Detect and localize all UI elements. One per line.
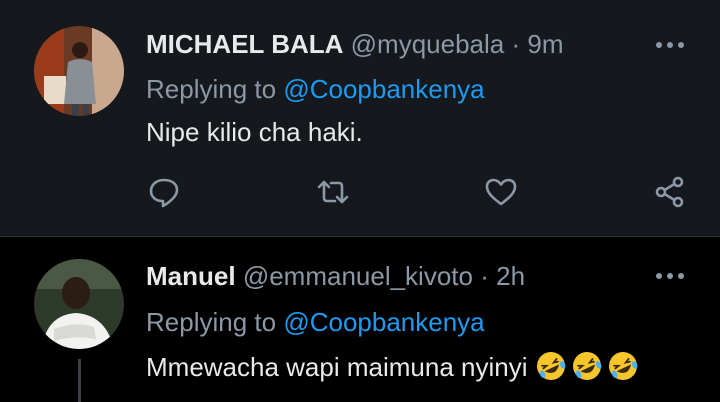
avatar-image xyxy=(34,26,124,116)
display-name[interactable]: MICHAEL BALA xyxy=(146,29,343,59)
tweet-header: Manuel @emmanuel_kivoto · 2h xyxy=(146,261,525,291)
tweet-actions xyxy=(0,174,720,214)
share-icon xyxy=(655,176,684,208)
reply-icon xyxy=(149,178,179,208)
display-name[interactable]: Manuel xyxy=(146,261,236,291)
reply-mention-link[interactable]: @Coopbankenya xyxy=(283,307,484,337)
avatar[interactable] xyxy=(34,259,124,349)
more-options-button[interactable] xyxy=(650,30,690,60)
tweet-header: MICHAEL BALA @myquebala · 9m xyxy=(146,29,564,59)
retweet-button[interactable] xyxy=(315,174,351,210)
reply-button[interactable] xyxy=(146,174,182,210)
avatar[interactable] xyxy=(34,26,124,116)
more-dots-icon xyxy=(656,273,684,279)
replying-to-line: Replying to @Coopbankenya xyxy=(146,74,485,104)
rolling-laughing-emoji-icon xyxy=(609,352,638,380)
user-handle[interactable]: @myquebala xyxy=(351,29,505,59)
separator-dot: · xyxy=(511,29,521,59)
avatar-image xyxy=(34,259,124,349)
timestamp[interactable]: 2h xyxy=(496,261,525,291)
tweet-text: Nipe kilio cha haki. xyxy=(146,117,363,147)
retweet-icon xyxy=(317,180,349,204)
replying-to-label: Replying to xyxy=(146,307,277,337)
tweet-feed: MICHAEL BALA @myquebala · 9m Replying to… xyxy=(0,0,720,402)
timestamp[interactable]: 9m xyxy=(527,29,563,59)
rolling-laughing-emoji-icon xyxy=(573,352,602,380)
tweet-text: Mmewacha wapi maimuna nyinyi xyxy=(146,352,528,382)
replying-to-line: Replying to @Coopbankenya xyxy=(146,307,485,337)
like-button[interactable] xyxy=(483,174,519,210)
share-button[interactable] xyxy=(652,174,688,210)
like-icon xyxy=(485,178,517,206)
thread-connector xyxy=(78,359,81,402)
tweet-text-row: Mmewacha wapi maimuna nyinyi xyxy=(146,350,639,382)
more-dots-icon xyxy=(656,42,684,48)
tweet-card[interactable]: MICHAEL BALA @myquebala · 9m Replying to… xyxy=(0,0,720,237)
emoji-group xyxy=(535,350,639,382)
reply-mention-link[interactable]: @Coopbankenya xyxy=(283,74,484,104)
user-handle[interactable]: @emmanuel_kivoto xyxy=(243,261,473,291)
replying-to-label: Replying to xyxy=(146,74,277,104)
more-options-button[interactable] xyxy=(650,261,690,291)
rolling-laughing-emoji-icon xyxy=(537,352,566,380)
separator-dot: · xyxy=(480,261,489,291)
tweet-card[interactable]: Manuel @emmanuel_kivoto · 2h Replying to… xyxy=(0,237,720,402)
